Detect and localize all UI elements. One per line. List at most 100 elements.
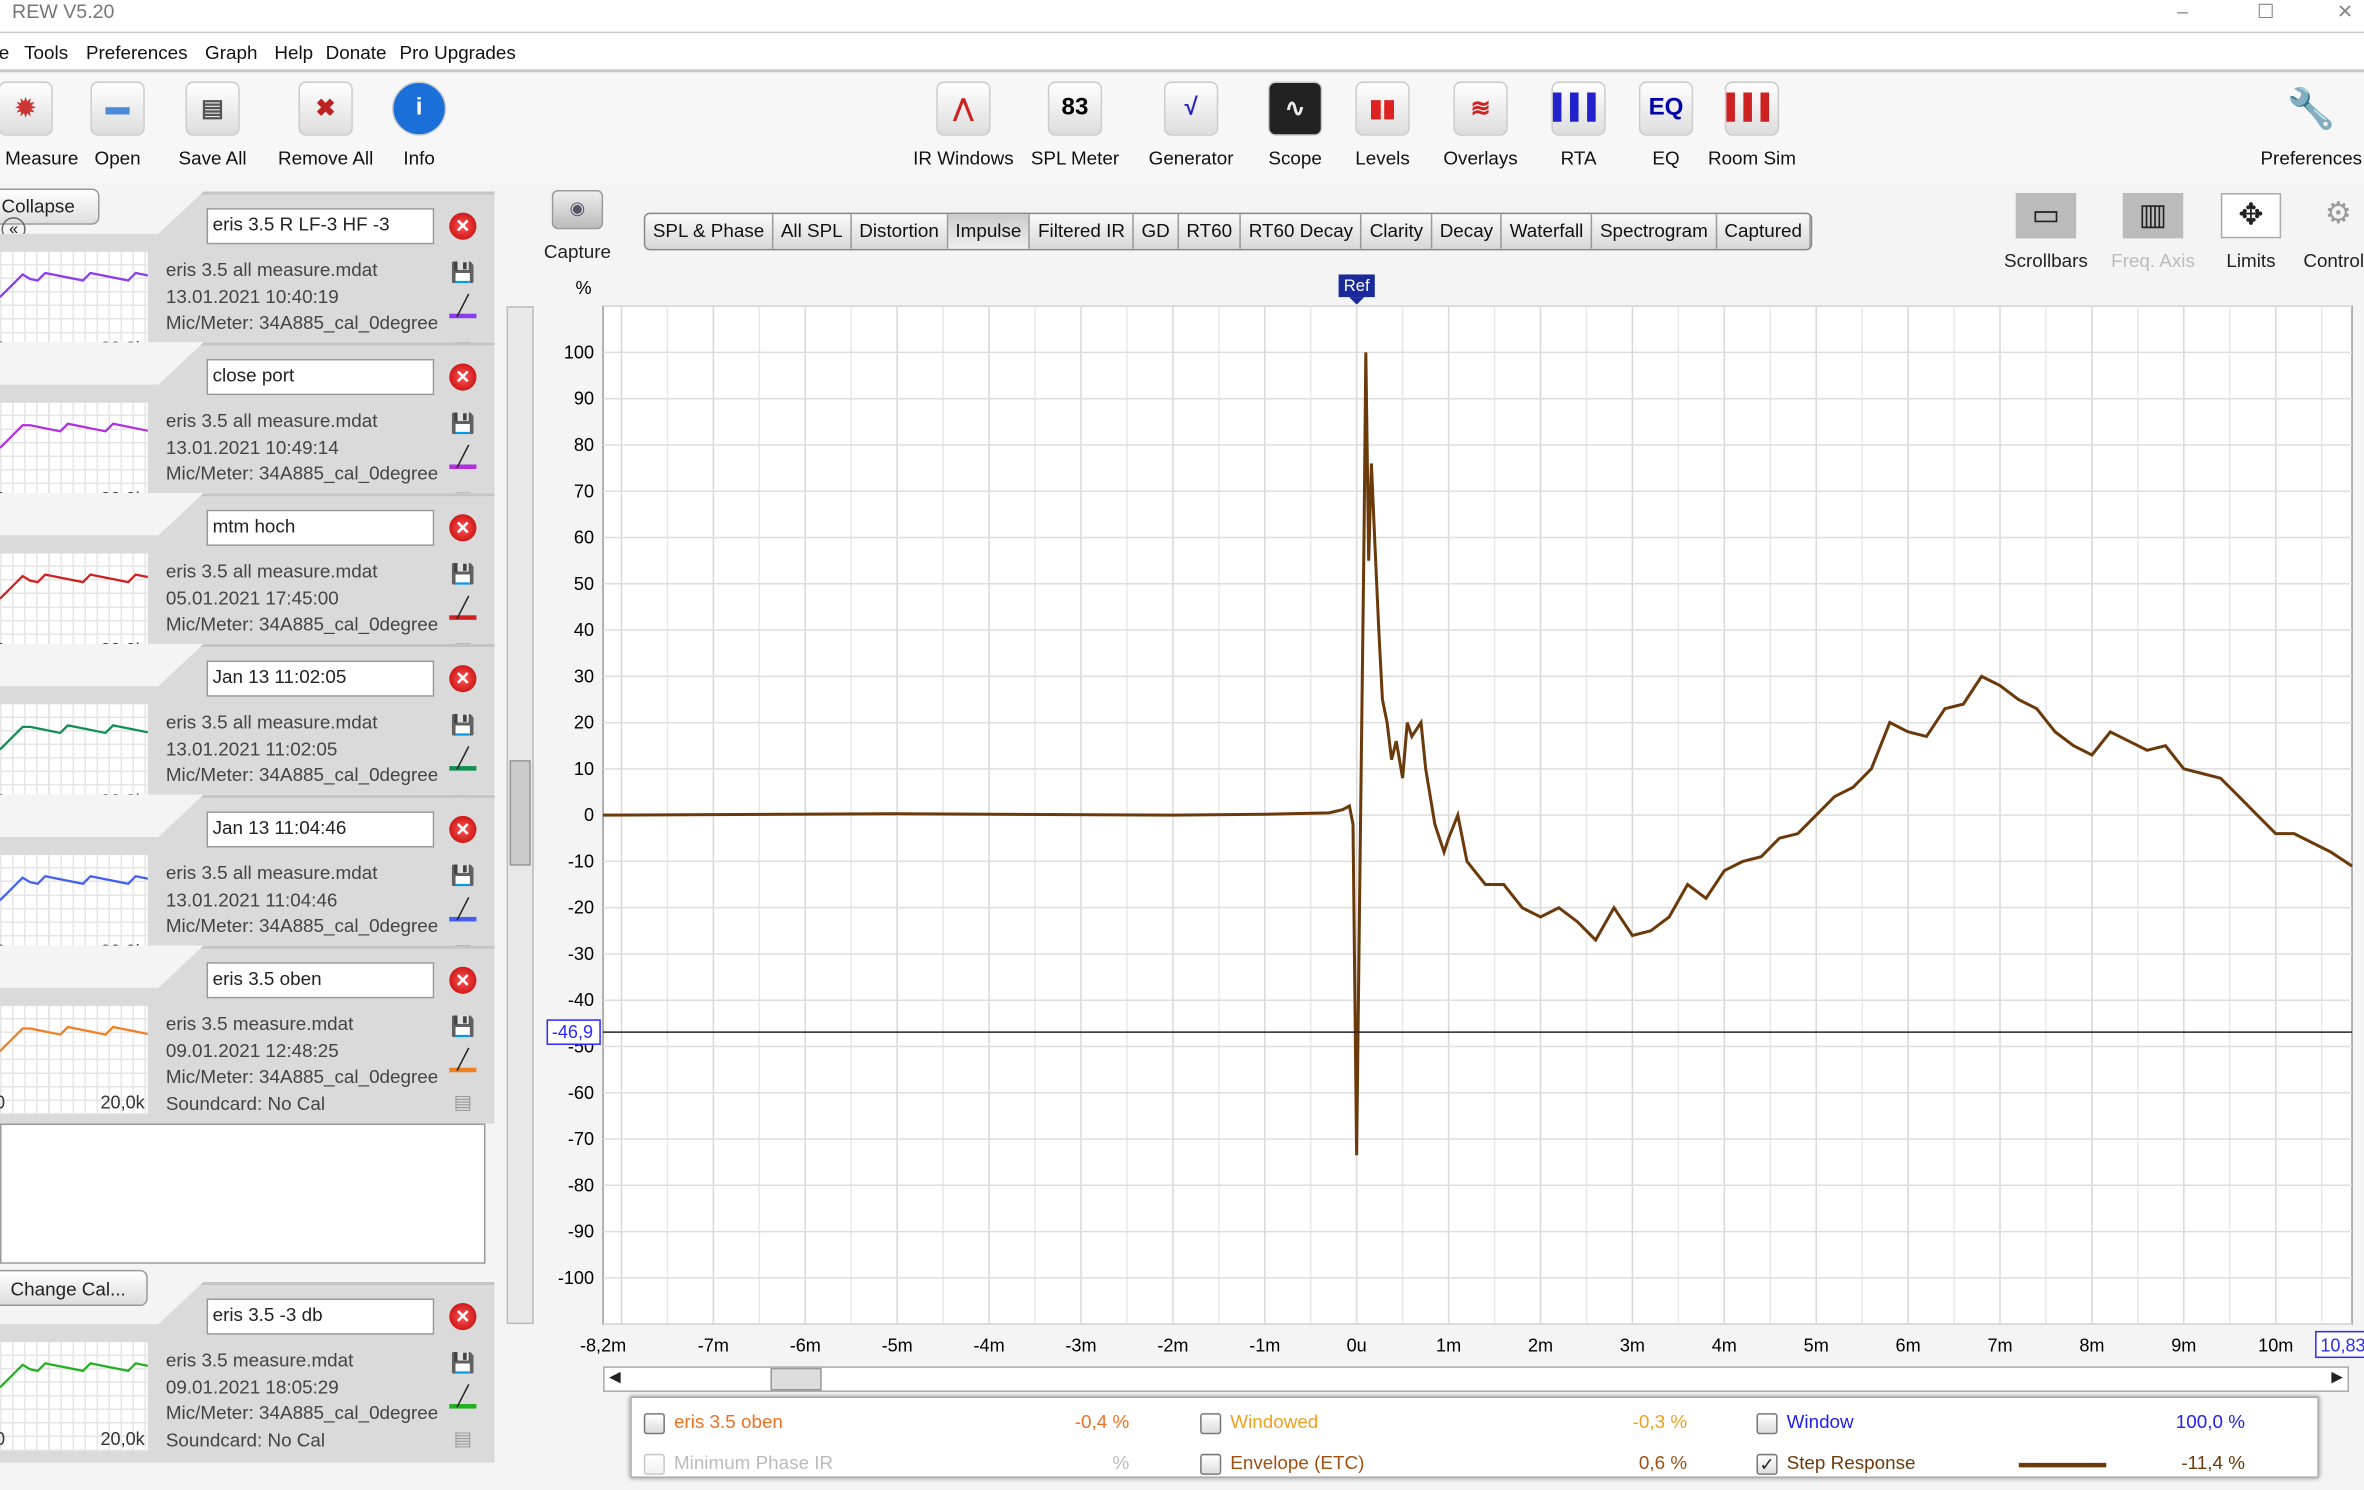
menu-preferences[interactable]: Preferences — [86, 42, 188, 63]
menu-file[interactable]: File — [0, 42, 9, 63]
trace-color-icon[interactable]: ╱ — [449, 1048, 477, 1073]
measurement-card[interactable]: Jan 13 11:04:46✕2020,0keris 3.5 all meas… — [0, 794, 495, 946]
remove-measurement-icon[interactable]: ✕ — [449, 514, 477, 542]
measurements-scrollbar[interactable] — [506, 306, 534, 1325]
measurement-card[interactable]: eris 3.5 oben ✕ 20 20,0k eris 3.5 measure.md… — [0, 945, 495, 1124]
scroll-left-icon[interactable]: ◀ — [609, 1369, 621, 1386]
capture-button[interactable]: ◉ Capture — [543, 190, 612, 262]
trace-checkbox[interactable] — [1200, 1453, 1222, 1475]
save-all-button[interactable]: ▤ Save All — [160, 81, 266, 169]
mini-spl-graph[interactable]: 20 20,0k — [0, 402, 148, 494]
tab-rt60-decay[interactable]: RT60 Decay — [1241, 214, 1363, 249]
remove-measurement-icon[interactable]: ✕ — [449, 363, 477, 391]
mini-spl-graph[interactable]: 20 20,0k — [0, 553, 148, 644]
save-measurement-icon[interactable]: 💾 — [449, 713, 476, 737]
menu-help[interactable]: Help — [274, 42, 313, 63]
close-button[interactable]: ✕ — [2337, 0, 2353, 24]
measurement-name-input[interactable]: Jan 13 11:04:46 — [206, 811, 435, 848]
save-measurement-icon[interactable]: 💾 — [449, 1015, 476, 1039]
mini-spl-graph[interactable]: 20 20,0k — [0, 251, 148, 343]
trace-color-icon[interactable]: ╱ — [449, 747, 477, 771]
remove-measurement-icon[interactable]: ✕ — [449, 815, 477, 844]
tab-distortion[interactable]: Distortion — [852, 214, 948, 249]
remove-measurement-icon[interactable]: ✕ — [449, 665, 477, 693]
remove-measurement-icon[interactable]: ✕ — [449, 1302, 477, 1331]
mini-spl-graph[interactable]: 20 20,0k — [0, 1342, 148, 1451]
save-measurement-icon[interactable]: 💾 — [449, 261, 476, 285]
scrollbars-button[interactable]: ▭ Scrollbars — [1998, 187, 2094, 271]
generator-button[interactable]: √ Generator — [1138, 81, 1244, 169]
preferences-button[interactable]: 🔧 Preferences — [2259, 81, 2364, 169]
menu-pro-upgrades[interactable]: Pro Upgrades — [400, 42, 516, 63]
mini-spl-graph[interactable]: 20 20,0k — [0, 1005, 148, 1115]
limits-button[interactable]: ✥ Limits — [2203, 187, 2299, 271]
measurement-card[interactable]: eris 3.5 -3 db ✕ 20 20,0k eris 3.5 measure.m… — [0, 1281, 495, 1463]
trace-color-icon[interactable]: ╱ — [449, 897, 477, 922]
overlays-button[interactable]: ≋ Overlays — [1428, 81, 1534, 169]
measurement-name-input[interactable]: eris 3.5 -3 db — [206, 1298, 435, 1335]
trace-label[interactable]: Step Response — [1787, 1452, 1916, 1473]
menu-donate[interactable]: Donate — [326, 42, 387, 63]
scrollbar-thumb[interactable] — [770, 1367, 822, 1391]
trace-label[interactable]: Minimum Phase IR — [674, 1452, 833, 1473]
tab-gd[interactable]: GD — [1134, 214, 1179, 249]
remove-measurement-icon[interactable]: ✕ — [449, 212, 477, 240]
info-button[interactable]: i Info — [366, 81, 472, 169]
trace-checkbox[interactable] — [643, 1413, 665, 1435]
save-measurement-icon[interactable]: 💾 — [449, 563, 476, 587]
measurement-name-input[interactable]: eris 3.5 R LF-3 HF -3 — [206, 208, 435, 245]
trace-label[interactable]: Window — [1787, 1412, 1854, 1433]
measurement-card[interactable]: Jan 13 11:02:05✕2020,0keris 3.5 all meas… — [0, 643, 495, 795]
tab-rt60[interactable]: RT60 — [1179, 214, 1242, 249]
measurement-notes-area[interactable] — [0, 1123, 486, 1264]
tab-all-spl[interactable]: All SPL — [773, 214, 852, 249]
save-measurement-icon[interactable]: 💾 — [449, 1351, 476, 1375]
tab-spectrogram[interactable]: Spectrogram — [1592, 214, 1717, 249]
save-measurement-icon[interactable]: 💾 — [449, 864, 476, 888]
horizontal-scrollbar[interactable]: ◀ ▶ — [603, 1366, 2349, 1392]
levels-button[interactable]: ▮▮ Levels — [1330, 81, 1436, 169]
controls-button[interactable]: ⚙ Controls — [2290, 187, 2364, 272]
trace-checkbox[interactable]: ✓ — [1756, 1453, 1778, 1475]
tab-impulse[interactable]: Impulse — [947, 214, 1031, 249]
measurement-card[interactable]: mtm hoch✕2020,0keris 3.5 all measure.mda… — [0, 493, 495, 644]
tab-clarity[interactable]: Clarity — [1362, 214, 1433, 249]
trace-checkbox[interactable] — [1200, 1413, 1222, 1435]
mini-spl-graph[interactable]: 20 20,0k — [0, 855, 148, 946]
impulse-step-response-chart[interactable]: %1009080706050403020100-10-20-30-40-50-6… — [543, 271, 2364, 1372]
trace-color-icon[interactable]: ╱ — [449, 596, 477, 620]
tab-filtered-ir[interactable]: Filtered IR — [1030, 214, 1134, 249]
save-measurement-icon[interactable]: 💾 — [449, 412, 476, 436]
tab-spl-phase[interactable]: SPL & Phase — [645, 214, 774, 249]
trace-color-icon[interactable]: ╱ — [449, 294, 477, 319]
trace-checkbox[interactable] — [1756, 1413, 1778, 1435]
tab-decay[interactable]: Decay — [1432, 214, 1503, 249]
change-cal-button[interactable]: Change Cal... — [0, 1269, 148, 1307]
trace-label[interactable]: Envelope (ETC) — [1230, 1452, 1364, 1473]
measurement-name-input[interactable]: close port — [206, 358, 435, 396]
minimize-button[interactable]: – — [2177, 0, 2188, 23]
ir-windows-button[interactable]: ⋀ IR Windows — [911, 81, 1017, 169]
remove-measurement-icon[interactable]: ✕ — [449, 966, 477, 994]
measurement-card[interactable]: close port✕2020,0keris 3.5 all measure.m… — [0, 342, 495, 494]
tab-waterfall[interactable]: Waterfall — [1502, 214, 1593, 249]
scrollbar-thumb[interactable] — [509, 760, 531, 866]
spl-meter-button[interactable]: 83 SPL Meter — [1022, 81, 1128, 169]
trace-color-icon[interactable]: ╱ — [449, 445, 477, 470]
scroll-right-icon[interactable]: ▶ — [2331, 1369, 2343, 1386]
notes-icon[interactable]: ▤ — [449, 1090, 476, 1114]
trace-color-icon[interactable]: ╱ — [449, 1384, 477, 1409]
measurement-name-input[interactable]: eris 3.5 oben — [206, 962, 435, 999]
collapse-button[interactable]: Collapse « — [0, 188, 100, 242]
notes-icon[interactable]: ▤ — [449, 1427, 476, 1451]
trace-label[interactable]: Windowed — [1230, 1412, 1318, 1433]
menu-tools[interactable]: Tools — [24, 42, 68, 63]
measurement-name-input[interactable]: mtm hoch — [206, 509, 435, 546]
remove-all-button[interactable]: ✖ Remove All — [273, 81, 379, 169]
mini-spl-graph[interactable]: 20 20,0k — [0, 704, 148, 795]
tab-captured[interactable]: Captured — [1717, 214, 1812, 249]
maximize-button[interactable]: ☐ — [2257, 0, 2275, 24]
room-sim-button[interactable]: ▌▌▌ Room Sim — [1699, 81, 1805, 169]
measurement-name-input[interactable]: Jan 13 11:02:05 — [206, 660, 435, 697]
menu-graph[interactable]: Graph — [205, 42, 257, 63]
